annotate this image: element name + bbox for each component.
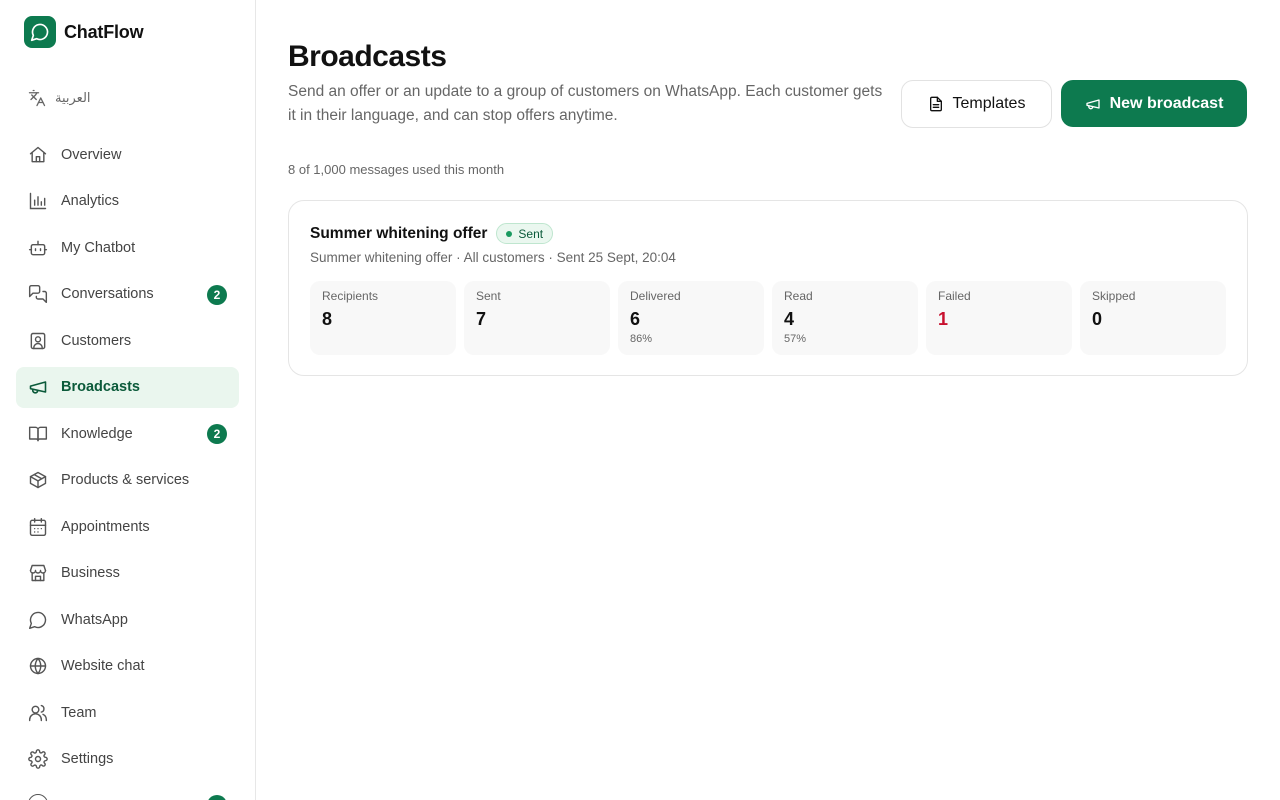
sidebar-item-label: WhatsApp (61, 611, 128, 628)
sidebar-item-label: Products & services (61, 472, 190, 488)
status-dot-icon (506, 230, 513, 237)
stat-label: Delivered (630, 289, 681, 303)
sidebar-item-appointments[interactable]: Appointments (16, 506, 239, 547)
users-icon (28, 704, 48, 721)
bot-icon (28, 240, 48, 255)
megaphone-icon (29, 381, 47, 394)
language-switch[interactable]: العربية (28, 89, 91, 107)
usage-counter: 8 of 1,000 messages used this month (288, 162, 505, 177)
broadcast-meta: Summer whitening offer · All customers ·… (310, 250, 676, 265)
new-broadcast-button-label: New broadcast (1109, 94, 1224, 112)
app-name: ChatFlow (64, 21, 144, 42)
stat-failed: Failed 1 (926, 281, 1072, 355)
stat-label: Read (784, 289, 813, 303)
stat-percentage: 86% (630, 333, 653, 345)
unread-count-badge: 2 (207, 284, 227, 305)
broadcast-title: Summer whitening offer (310, 224, 488, 242)
sidebar: ChatFlow العربية Overview Analytics My C… (0, 0, 256, 800)
templates-button[interactable]: Templates (901, 80, 1052, 128)
status-label: Sent (518, 226, 544, 241)
sidebar-item-knowledge[interactable]: Knowledge 2 (16, 413, 239, 454)
sidebar-item-label: Appointments (61, 518, 150, 535)
whatsapp-bubble-icon (28, 611, 47, 629)
broadcast-stats: Recipients 8 Sent 7 Delivered 6 86% Read… (310, 281, 1226, 355)
sidebar-item-label: Broadcasts (61, 379, 140, 395)
sidebar-item-broadcasts[interactable]: Broadcasts (16, 366, 239, 408)
sidebar-item-label: Business (61, 565, 120, 581)
sidebar-item-label: Overview (61, 146, 122, 163)
contact-card-icon (30, 332, 46, 349)
sidebar-item-conversations[interactable]: Conversations 2 (16, 274, 239, 315)
chat-bubbles-icon (28, 284, 48, 304)
status-badge: Sent (496, 223, 554, 244)
sidebar-nav: Overview Analytics My Chatbot Conversati… (16, 134, 239, 785)
broadcast-title-row: Summer whitening offer Sent (310, 223, 554, 244)
sidebar-item-whatsapp[interactable]: WhatsApp (16, 599, 239, 640)
sidebar-item-label: Knowledge (61, 425, 133, 442)
stat-percentage: 57% (784, 333, 807, 345)
sidebar-item-team[interactable]: Team (16, 692, 239, 733)
sidebar-item-products-services[interactable]: Products & services (16, 460, 239, 501)
sidebar-item-label: Conversations (61, 286, 154, 302)
sidebar-item-label: Analytics (61, 193, 120, 209)
sidebar-item-cutoff[interactable] (16, 790, 239, 800)
stat-value: 0 (1092, 309, 1103, 329)
sidebar-item-website-chat[interactable]: Website chat (16, 646, 239, 687)
stat-value: 6 (630, 309, 641, 329)
sidebar-item-label: Team (61, 704, 97, 721)
brand[interactable]: ChatFlow (24, 16, 144, 48)
book-icon (28, 426, 48, 441)
stat-value: 8 (322, 309, 333, 329)
bar-chart-icon (29, 192, 47, 210)
stat-label: Failed (938, 289, 971, 303)
sidebar-item-overview[interactable]: Overview (16, 134, 239, 175)
sidebar-item-my-chatbot[interactable]: My Chatbot (16, 227, 239, 268)
page-description: Send an offer or an update to a group of… (288, 83, 883, 124)
page-title: Broadcasts (288, 40, 447, 73)
language-label: العربية (55, 90, 91, 105)
stat-label: Skipped (1092, 289, 1136, 303)
templates-button-label: Templates (952, 95, 1026, 112)
stat-label: Recipients (322, 289, 379, 303)
count-badge (207, 795, 227, 800)
sidebar-item-label: My Chatbot (61, 239, 136, 256)
gear-icon (28, 749, 48, 769)
translate-icon (28, 89, 46, 107)
globe-icon (29, 657, 47, 675)
store-icon (29, 564, 47, 582)
stat-label: Sent (476, 289, 501, 303)
count-badge: 2 (207, 424, 227, 444)
stat-skipped: Skipped 0 (1080, 281, 1226, 355)
circle-icon (28, 794, 48, 800)
sidebar-item-settings[interactable]: Settings (16, 739, 239, 780)
megaphone-icon (1085, 98, 1100, 109)
sidebar-item-customers[interactable]: Customers (16, 320, 239, 361)
new-broadcast-button[interactable]: New broadcast (1061, 80, 1247, 127)
stat-recipients: Recipients 8 (310, 281, 456, 355)
sidebar-item-label: Settings (61, 751, 114, 767)
chat-bubble-logo-icon (24, 16, 56, 48)
sidebar-item-analytics[interactable]: Analytics (16, 181, 239, 222)
document-icon (929, 96, 942, 112)
stat-value: 4 (784, 309, 795, 329)
sidebar-item-label: Customers (61, 332, 132, 349)
broadcast-card[interactable]: Summer whitening offer Sent Summer white… (288, 200, 1248, 376)
sidebar-item-business[interactable]: Business (16, 553, 239, 594)
calendar-icon (29, 517, 47, 536)
home-icon (29, 146, 47, 162)
sidebar-item-label: Website chat (61, 658, 145, 674)
stat-delivered: Delivered 6 86% (618, 281, 764, 355)
stat-value: 7 (476, 309, 487, 329)
box-icon (29, 471, 47, 489)
stat-read: Read 4 57% (772, 281, 918, 355)
stat-sent: Sent 7 (464, 281, 610, 355)
stat-value: 1 (938, 309, 949, 329)
